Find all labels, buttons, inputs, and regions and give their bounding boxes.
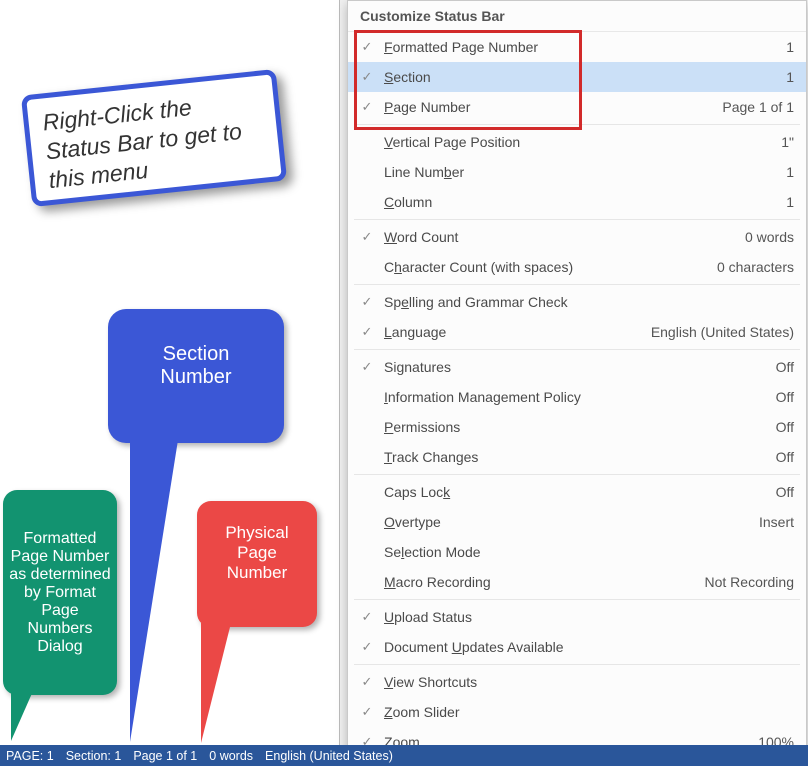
menu-item-label: Overtype bbox=[378, 514, 749, 530]
check-icon: ✓ bbox=[356, 704, 378, 720]
menu-item-9[interactable]: ✓LanguageEnglish (United States) bbox=[348, 317, 806, 347]
status-section[interactable]: Section: 1 bbox=[66, 749, 122, 763]
menu-item-label: Section bbox=[378, 69, 776, 85]
status-bar[interactable]: PAGE: 1 Section: 1 Page 1 of 1 0 words E… bbox=[0, 745, 808, 766]
menu-item-label: Zoom Slider bbox=[378, 704, 784, 720]
callout-formatted-page-number-text: Formatted Page Number as determined by F… bbox=[9, 530, 111, 656]
menu-item-label: Column bbox=[378, 194, 776, 210]
menu-item-16[interactable]: Selection Mode bbox=[348, 537, 806, 567]
menu-separator bbox=[354, 474, 800, 475]
menu-item-15[interactable]: OvertypeInsert bbox=[348, 507, 806, 537]
menu-item-label: Caps Lock bbox=[378, 484, 766, 500]
menu-item-13[interactable]: Track ChangesOff bbox=[348, 442, 806, 472]
callout-physical-page-number: Physical Page Number bbox=[197, 501, 317, 627]
menu-item-12[interactable]: PermissionsOff bbox=[348, 412, 806, 442]
menu-item-0[interactable]: ✓Formatted Page Number1 bbox=[348, 32, 806, 62]
status-page[interactable]: PAGE: 1 bbox=[6, 749, 54, 763]
check-icon: ✓ bbox=[356, 69, 378, 85]
status-word-count[interactable]: 0 words bbox=[209, 749, 253, 763]
menu-separator bbox=[354, 599, 800, 600]
check-icon: ✓ bbox=[356, 324, 378, 340]
menu-item-label: Macro Recording bbox=[378, 574, 695, 590]
check-icon: ✓ bbox=[356, 359, 378, 375]
menu-item-value: 1 bbox=[776, 194, 794, 210]
menu-item-label: Word Count bbox=[378, 229, 735, 245]
menu-title: Customize Status Bar bbox=[348, 1, 806, 32]
check-icon: ✓ bbox=[356, 99, 378, 115]
menu-item-2[interactable]: ✓Page NumberPage 1 of 1 bbox=[348, 92, 806, 122]
menu-item-value: 1 bbox=[776, 69, 794, 85]
menu-item-label: Language bbox=[378, 324, 641, 340]
menu-item-label: Vertical Page Position bbox=[378, 134, 771, 150]
menu-item-value: Off bbox=[766, 449, 794, 465]
menu-separator bbox=[354, 664, 800, 665]
menu-item-label: Page Number bbox=[378, 99, 712, 115]
check-icon: ✓ bbox=[356, 39, 378, 55]
menu-item-label: Upload Status bbox=[378, 609, 784, 625]
menu-item-value: Page 1 of 1 bbox=[712, 99, 794, 115]
menu-item-4[interactable]: Line Number1 bbox=[348, 157, 806, 187]
menu-item-label: Line Number bbox=[378, 164, 776, 180]
status-language[interactable]: English (United States) bbox=[265, 749, 393, 763]
menu-item-label: Selection Mode bbox=[378, 544, 784, 560]
callout-formatted-page-number: Formatted Page Number as determined by F… bbox=[3, 490, 117, 695]
menu-item-value: 1 bbox=[776, 39, 794, 55]
menu-item-7[interactable]: Character Count (with spaces)0 character… bbox=[348, 252, 806, 282]
menu-item-value: Off bbox=[766, 389, 794, 405]
menu-item-value: 0 characters bbox=[707, 259, 794, 275]
menu-item-1[interactable]: ✓Section1 bbox=[348, 62, 806, 92]
check-icon: ✓ bbox=[356, 639, 378, 655]
menu-item-label: Spelling and Grammar Check bbox=[378, 294, 784, 310]
menu-item-value: Off bbox=[766, 484, 794, 500]
menu-item-value: 1" bbox=[771, 134, 794, 150]
status-page-number[interactable]: Page 1 of 1 bbox=[133, 749, 197, 763]
menu-item-label: Track Changes bbox=[378, 449, 766, 465]
callout-section-number-text: Section Number bbox=[136, 343, 256, 389]
menu-item-value: English (United States) bbox=[641, 324, 794, 340]
menu-item-21[interactable]: ✓Zoom Slider bbox=[348, 697, 806, 727]
menu-item-11[interactable]: Information Management PolicyOff bbox=[348, 382, 806, 412]
menu-item-18[interactable]: ✓Upload Status bbox=[348, 602, 806, 632]
customize-status-bar-menu[interactable]: Customize Status Bar ✓Formatted Page Num… bbox=[347, 0, 807, 758]
callout-instructions-text: Right-Click the Status Bar to get to thi… bbox=[41, 86, 267, 195]
menu-item-value: 1 bbox=[776, 164, 794, 180]
check-icon: ✓ bbox=[356, 229, 378, 245]
menu-item-label: Formatted Page Number bbox=[378, 39, 776, 55]
menu-separator bbox=[354, 124, 800, 125]
menu-item-value: Not Recording bbox=[695, 574, 795, 590]
menu-item-10[interactable]: ✓SignaturesOff bbox=[348, 352, 806, 382]
menu-item-6[interactable]: ✓Word Count0 words bbox=[348, 222, 806, 252]
menu-item-value: Insert bbox=[749, 514, 794, 530]
menu-item-3[interactable]: Vertical Page Position1" bbox=[348, 127, 806, 157]
menu-item-5[interactable]: Column1 bbox=[348, 187, 806, 217]
menu-separator bbox=[354, 219, 800, 220]
check-icon: ✓ bbox=[356, 674, 378, 690]
menu-item-19[interactable]: ✓Document Updates Available bbox=[348, 632, 806, 662]
menu-separator bbox=[354, 284, 800, 285]
menu-separator bbox=[354, 349, 800, 350]
menu-item-value: 0 words bbox=[735, 229, 794, 245]
menu-item-label: Information Management Policy bbox=[378, 389, 766, 405]
menu-item-label: Document Updates Available bbox=[378, 639, 784, 655]
menu-item-value: Off bbox=[766, 359, 794, 375]
menu-item-8[interactable]: ✓Spelling and Grammar Check bbox=[348, 287, 806, 317]
menu-item-label: View Shortcuts bbox=[378, 674, 784, 690]
check-icon: ✓ bbox=[356, 609, 378, 625]
callout-section-number: Section Number bbox=[108, 309, 284, 443]
menu-item-label: Character Count (with spaces) bbox=[378, 259, 707, 275]
menu-item-label: Signatures bbox=[378, 359, 766, 375]
menu-item-20[interactable]: ✓View Shortcuts bbox=[348, 667, 806, 697]
menu-item-value: Off bbox=[766, 419, 794, 435]
menu-item-17[interactable]: Macro RecordingNot Recording bbox=[348, 567, 806, 597]
check-icon: ✓ bbox=[356, 294, 378, 310]
callout-physical-page-number-text: Physical Page Number bbox=[211, 523, 303, 583]
menu-item-14[interactable]: Caps LockOff bbox=[348, 477, 806, 507]
menu-item-label: Permissions bbox=[378, 419, 766, 435]
